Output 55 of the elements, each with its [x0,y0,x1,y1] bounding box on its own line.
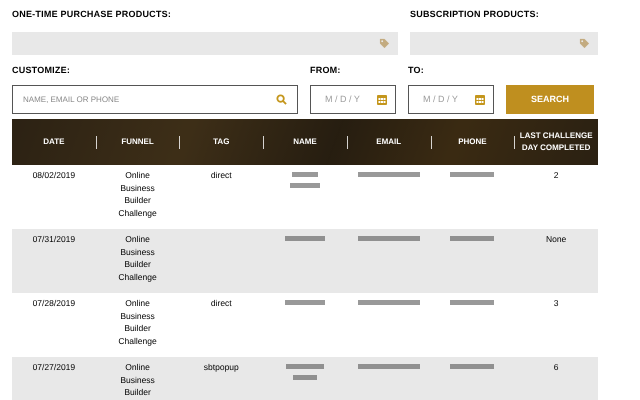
redacted-phone-text [450,300,494,305]
redacted-email-text [358,364,420,369]
redacted-phone-text [450,364,494,369]
date-input[interactable]: M / D / Y [325,92,377,106]
product-field[interactable] [12,32,398,55]
field-label: TO: [408,64,426,77]
date-cell: 07/28/2019 [32,298,76,308]
field-label: FROM: [310,64,342,77]
date-field[interactable]: M / D / Y [310,85,396,114]
tag-icon [579,38,590,49]
redacted-name-text [284,300,325,305]
column-header: EMAIL [375,136,402,148]
redacted-phone-text [450,172,494,177]
tag-cell: sbtpopup [204,362,239,372]
column-header: PHONE [457,136,488,148]
date-cell: 07/27/2019 [32,362,76,372]
calendar-icon [475,94,485,105]
field-label: SUBSCRIPTION PRODUCTS: [410,8,540,21]
redacted-name-text [292,172,318,177]
column-header: LAST CHALLENGE DAY COMPLETED [518,130,594,154]
calendar-icon [377,94,387,105]
redacted-phone-text [450,236,494,241]
redacted-name-text [292,375,317,380]
column-header: TAG [212,136,230,148]
date-cell: 07/31/2019 [32,234,76,244]
last-day-cell: None [546,234,566,244]
date-input[interactable]: M / D / Y [423,92,475,106]
search-field[interactable]: NAME, EMAIL OR PHONE [12,85,298,114]
field-label: ONE-TIME PURCHASE PRODUCTS: [12,8,172,21]
date-cell: 08/02/2019 [32,170,76,180]
search-icon [276,94,287,105]
tag-icon [379,38,390,49]
redacted-name-text [286,364,324,369]
last-day-cell: 2 [554,170,558,180]
redacted-name-text [290,183,320,188]
tag-cell: direct [210,298,232,308]
redacted-name-text [284,236,325,241]
funnel-cell: Online Business Builder [120,362,155,397]
funnel-cell: Online Business Builder Challenge [118,170,157,218]
column-header: NAME [292,136,318,148]
date-field[interactable]: M / D / Y [408,85,494,114]
column-header: FUNNEL [120,136,155,148]
search-input[interactable]: NAME, EMAIL OR PHONE [23,94,276,106]
redacted-email-text [358,172,420,177]
redacted-email-text [358,236,420,241]
field-label: CUSTOMIZE: [12,64,72,77]
product-field[interactable] [410,32,598,55]
search-button[interactable]: SEARCH [506,85,594,114]
last-day-cell: 6 [554,362,558,372]
redacted-email-text [358,300,420,305]
funnel-cell: Online Business Builder Challenge [118,234,157,282]
funnel-cell: Online Business Builder Challenge [118,298,157,346]
tag-cell: direct [210,170,232,180]
column-header: DATE [42,136,66,148]
last-day-cell: 3 [554,298,558,308]
